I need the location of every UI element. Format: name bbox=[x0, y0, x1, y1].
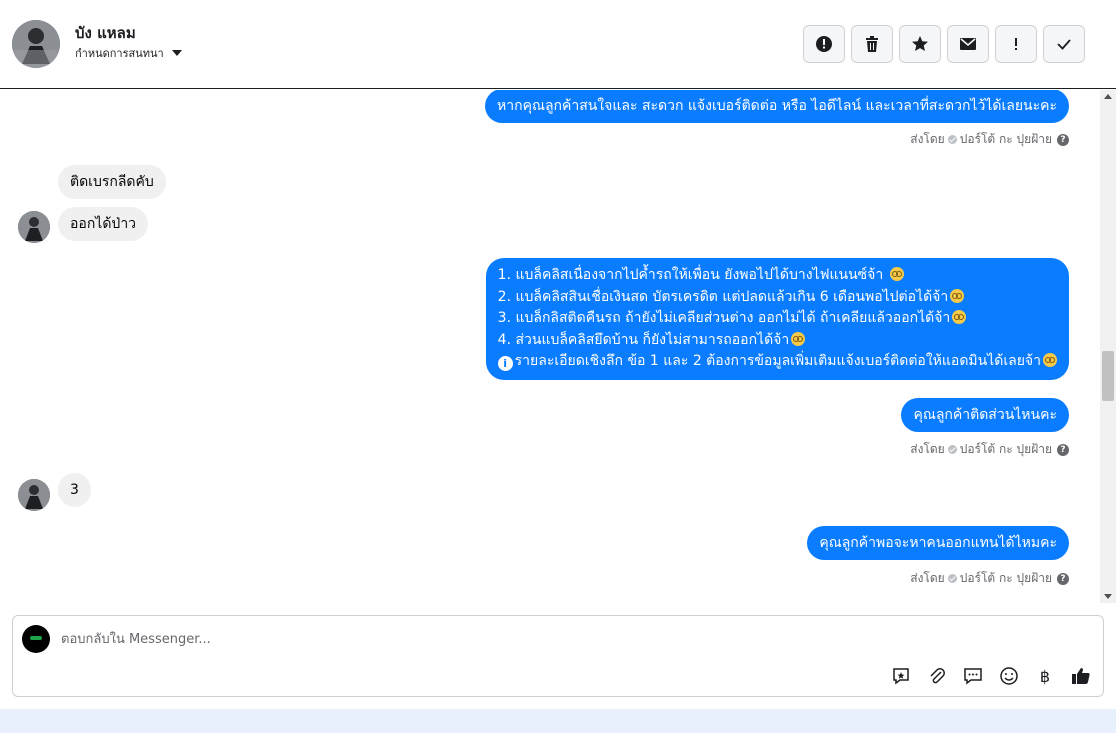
mark-unread-button[interactable] bbox=[947, 25, 989, 63]
emoji-icon bbox=[1000, 667, 1018, 685]
assign-conversation-dropdown[interactable]: กำหนดการสนทนา bbox=[75, 44, 182, 62]
message-thread[interactable]: หากคุณลูกค้าสนใจและ สะดวก แจ้งเบอร์ติดต่… bbox=[0, 90, 1100, 603]
contact-avatar[interactable] bbox=[12, 20, 60, 68]
conversation-header: บัง แหลม กำหนดการสนทนา bbox=[0, 0, 1116, 89]
attachment-icon bbox=[930, 668, 945, 684]
contact-avatar-small bbox=[18, 479, 50, 511]
caret-down-icon bbox=[171, 50, 182, 56]
sent-by-label: ส่งโดย bbox=[910, 442, 945, 456]
sent-check-icon bbox=[947, 574, 957, 583]
sent-by-meta: ส่งโดย ปอร์โต้ กะ ปุยฝ้าย ? bbox=[910, 130, 1069, 149]
incoming-message: 3 bbox=[58, 473, 91, 507]
thread-scrollbar[interactable] bbox=[1100, 90, 1116, 603]
outgoing-message: คุณลูกค้าติดส่วนไหนคะ bbox=[901, 398, 1069, 432]
messenger-inbox: บัง แหลม กำหนดการสนทนา หากคุณลูกค้าสนใจแ… bbox=[0, 0, 1116, 733]
reply-composer: ฿ bbox=[12, 615, 1104, 697]
baht-icon: ฿ bbox=[1039, 666, 1051, 686]
incoming-message: ออกได้ป่าว bbox=[58, 207, 149, 241]
info-emoji-icon: i bbox=[497, 356, 513, 371]
sender-name: ปอร์โต้ กะ ปุยฝ้าย bbox=[959, 132, 1052, 146]
grinning-emoji-icon bbox=[1043, 353, 1057, 367]
exclamation-icon bbox=[1015, 38, 1017, 50]
alert-circle-icon bbox=[816, 36, 832, 52]
outgoing-message: คุณลูกค้าพอจะหาคนออกแทนได้ไหมคะ bbox=[807, 526, 1069, 560]
outgoing-message-multiline: 1. แบล็คลิสเนื่องจากไปค้ำรถให้เพื่อน ยัง… bbox=[485, 258, 1069, 380]
payment-button[interactable]: ฿ bbox=[1033, 664, 1057, 688]
help-icon[interactable]: ? bbox=[1057, 133, 1069, 146]
sent-by-label: ส่งโดย bbox=[910, 571, 945, 585]
message-line: i รายละเอียดเชิงลึก ข้อ 1 และ 2 ต้องการข้… bbox=[497, 351, 1057, 373]
scrollbar-thumb[interactable] bbox=[1102, 351, 1114, 401]
like-button[interactable] bbox=[1069, 664, 1093, 688]
incoming-message: ติดเบรกลีดคับ bbox=[58, 165, 166, 199]
scroll-down-arrow-icon[interactable] bbox=[1104, 594, 1112, 599]
chat-bubble-icon bbox=[964, 668, 982, 685]
message-line: 2. แบล็คลิสสินเชื่อเงินสด บัตรเครดิต แต่… bbox=[498, 287, 1057, 309]
follow-up-button[interactable] bbox=[899, 25, 941, 63]
contact-name[interactable]: บัง แหลม bbox=[75, 21, 136, 45]
sent-by-meta: ส่งโดย ปอร์โต้ กะ ปุยฝ้าย ? bbox=[910, 569, 1069, 588]
priority-button[interactable] bbox=[995, 25, 1037, 63]
attach-button[interactable] bbox=[925, 664, 949, 688]
sender-name: ปอร์โต้ กะ ปุยฝ้าย bbox=[959, 442, 1052, 456]
message-line: 4. ส่วนแบล็คลิสยึดบ้าน ก็ยังไม่สามารถออก… bbox=[498, 330, 1057, 352]
help-icon[interactable]: ? bbox=[1057, 572, 1069, 585]
sent-by-meta: ส่งโดย ปอร์โต้ กะ ปุยฝ้าย ? bbox=[910, 440, 1069, 459]
composer-tools: ฿ bbox=[889, 664, 1093, 688]
saved-reply-icon bbox=[893, 668, 909, 685]
envelope-icon bbox=[960, 38, 976, 50]
scroll-up-arrow-icon[interactable] bbox=[1104, 94, 1112, 99]
grinning-emoji-icon bbox=[791, 331, 806, 346]
help-icon[interactable]: ? bbox=[1057, 443, 1069, 456]
message-line: 1. แบล็คลิสเนื่องจากไปค้ำรถให้เพื่อน ยัง… bbox=[498, 265, 1057, 287]
trash-icon bbox=[866, 36, 878, 52]
assign-label: กำหนดการสนทนา bbox=[75, 47, 164, 60]
sent-check-icon bbox=[947, 135, 957, 144]
chat-button[interactable] bbox=[961, 664, 985, 688]
star-icon bbox=[912, 36, 928, 51]
outgoing-message: หากคุณลูกค้าสนใจและ สะดวก แจ้งเบอร์ติดต่… bbox=[485, 90, 1069, 123]
page-avatar bbox=[22, 625, 50, 653]
conversation-toolbar bbox=[803, 25, 1085, 63]
saved-reply-button[interactable] bbox=[889, 664, 913, 688]
sender-name: ปอร์โต้ กะ ปุยฝ้าย bbox=[959, 571, 1052, 585]
sent-by-label: ส่งโดย bbox=[910, 132, 945, 146]
reply-input[interactable] bbox=[61, 629, 861, 649]
footer-band bbox=[0, 709, 1116, 733]
sent-check-icon bbox=[947, 445, 957, 454]
contact-avatar-small bbox=[18, 211, 50, 243]
message-line: 3. แบล็กลิสติดคืนรถ ถ้ายังไม่เคลียส่วนต่… bbox=[498, 308, 1057, 330]
spam-button[interactable] bbox=[803, 25, 845, 63]
check-icon bbox=[1057, 39, 1071, 50]
done-button[interactable] bbox=[1043, 25, 1085, 63]
grinning-emoji-icon bbox=[889, 267, 904, 281]
emoji-button[interactable] bbox=[997, 664, 1021, 688]
delete-button[interactable] bbox=[851, 25, 893, 63]
thumbs-up-icon bbox=[1072, 668, 1090, 684]
grinning-emoji-icon bbox=[952, 310, 967, 324]
grinning-emoji-icon bbox=[950, 288, 965, 303]
